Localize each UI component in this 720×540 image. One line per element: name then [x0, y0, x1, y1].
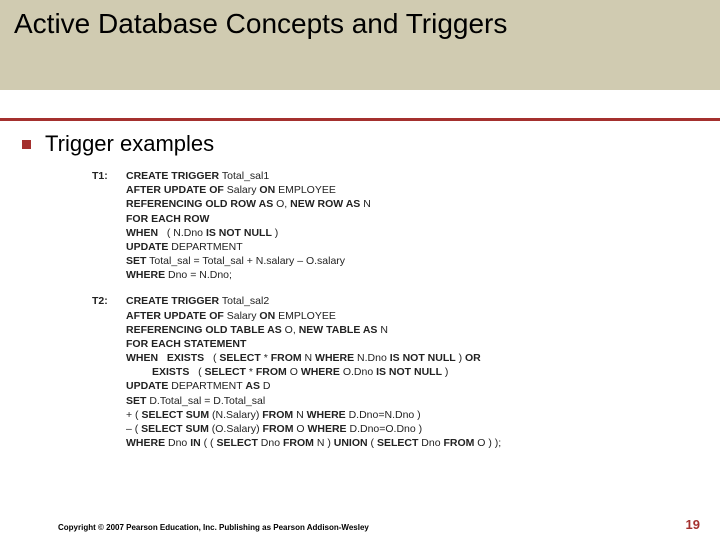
bullet-row: Trigger examples — [22, 131, 700, 157]
page-number: 19 — [686, 517, 700, 532]
footer: Copyright © 2007 Pearson Education, Inc.… — [0, 517, 720, 532]
t1-label: T1: — [92, 169, 126, 183]
bullet-square-icon — [22, 140, 31, 149]
trigger-t2: T2:CREATE TRIGGER Total_sal2 AFTER UPDAT… — [92, 294, 700, 450]
title-band: Active Database Concepts and Triggers — [0, 0, 720, 90]
t2-label: T2: — [92, 294, 126, 308]
slide-title: Active Database Concepts and Triggers — [14, 6, 507, 41]
body-area: Trigger examples T1:CREATE TRIGGER Total… — [0, 121, 720, 450]
trigger-t1: T1:CREATE TRIGGER Total_sal1 AFTER UPDAT… — [92, 169, 700, 282]
code-block: T1:CREATE TRIGGER Total_sal1 AFTER UPDAT… — [92, 169, 700, 450]
bullet-text: Trigger examples — [45, 131, 214, 157]
copyright-text: Copyright © 2007 Pearson Education, Inc.… — [58, 523, 369, 532]
